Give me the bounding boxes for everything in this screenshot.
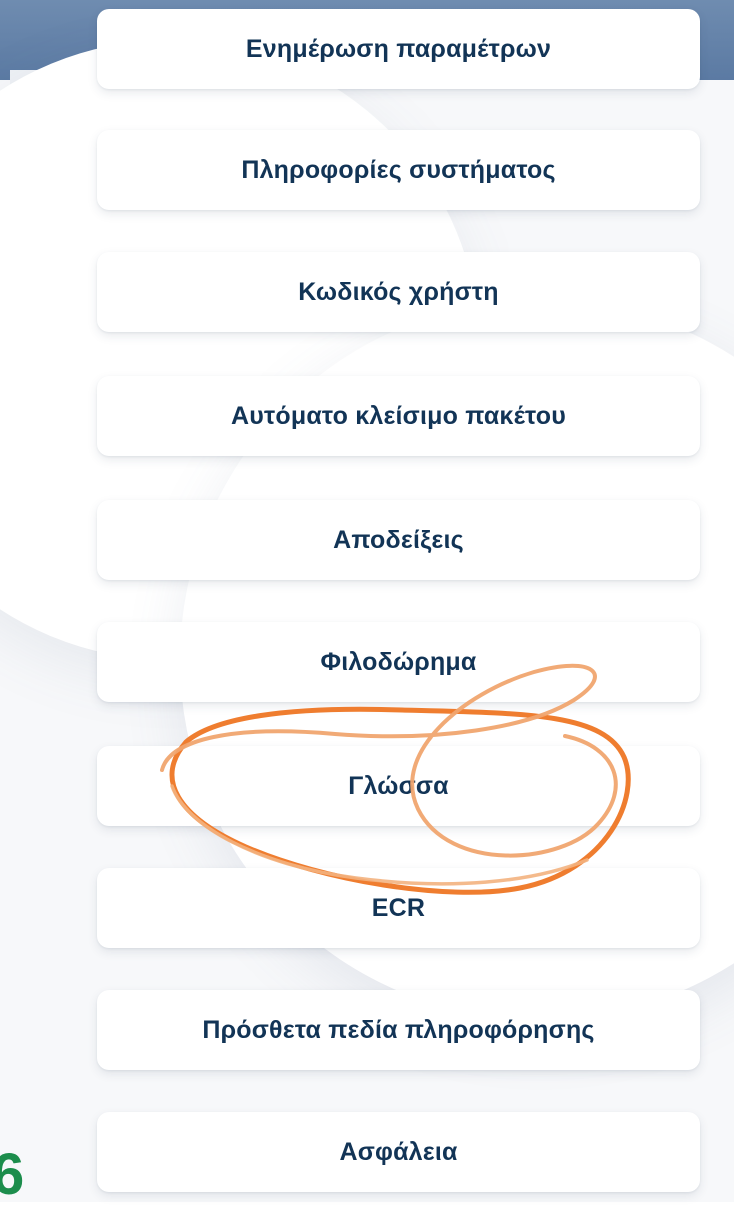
corner-mark: 6 xyxy=(0,1142,25,1207)
menu-item-tip[interactable]: Φιλοδώρημα xyxy=(97,622,700,702)
menu-item-additional-info-fields[interactable]: Πρόσθετα πεδία πληροφόρησης xyxy=(97,990,700,1070)
menu-item-parameter-update[interactable]: Ενημέρωση παραμέτρων xyxy=(97,9,700,89)
menu-item-system-information[interactable]: Πληροφορίες συστήματος xyxy=(97,130,700,210)
menu-item-label: Πληροφορίες συστήματος xyxy=(241,155,556,184)
menu-item-receipts[interactable]: Αποδείξεις xyxy=(97,500,700,580)
menu-item-auto-close-batch[interactable]: Αυτόματο κλείσιμο πακέτου xyxy=(97,376,700,456)
menu-item-security[interactable]: Ασφάλεια xyxy=(97,1112,700,1192)
menu-item-label: Ενημέρωση παραμέτρων xyxy=(245,34,552,63)
menu-item-label: Αποδείξεις xyxy=(333,525,464,554)
menu-item-user-password[interactable]: Κωδικός χρήστη xyxy=(97,252,700,332)
menu-item-label: Αυτόματο κλείσιμο πακέτου xyxy=(231,401,566,430)
menu-item-language[interactable]: Γλώσσα xyxy=(97,746,700,826)
menu-item-label: Γλώσσα xyxy=(348,771,449,800)
menu-item-ecr[interactable]: ECR xyxy=(97,868,700,948)
menu-item-label: ECR xyxy=(371,893,426,922)
menu-item-label: Φιλοδώρημα xyxy=(320,647,477,676)
menu-item-label: Ασφάλεια xyxy=(339,1137,458,1166)
menu-item-label: Κωδικός χρήστη xyxy=(298,277,499,306)
menu-item-label: Πρόσθετα πεδία πληροφόρησης xyxy=(202,1015,595,1044)
